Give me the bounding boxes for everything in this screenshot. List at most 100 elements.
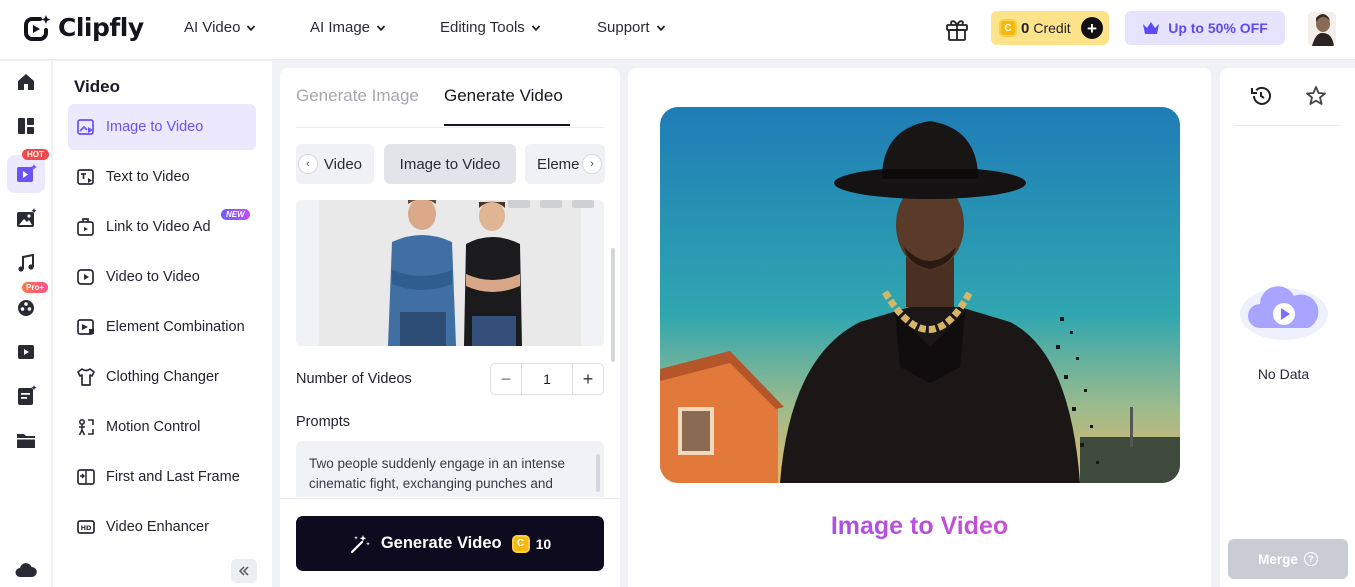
first-last-frame-icon: [77, 469, 95, 485]
no-data-text: No Data: [1257, 366, 1310, 382]
example-video-preview[interactable]: [660, 107, 1180, 483]
new-badge: NEW: [221, 209, 250, 220]
menu-item-text-to-video[interactable]: Text to Video: [68, 154, 256, 200]
chevron-down-icon: [376, 24, 386, 31]
player-icon[interactable]: [14, 340, 38, 364]
promo-button[interactable]: Up to 50% OFF: [1125, 11, 1285, 45]
home-icon[interactable]: [14, 70, 38, 94]
text-to-video-icon: [77, 169, 94, 185]
dashboard-icon[interactable]: [14, 114, 38, 138]
nav-label: AI Video: [184, 19, 241, 36]
history-panel: No Data Merge ?: [1220, 68, 1355, 587]
prompt-input[interactable]: Two people suddenly engage in an intense…: [296, 441, 604, 497]
credit-balance[interactable]: C 0 Credit +: [991, 11, 1109, 45]
star-icon[interactable]: [1304, 84, 1328, 108]
uploaded-image-preview[interactable]: [296, 200, 604, 346]
film-reel-icon[interactable]: [14, 295, 38, 319]
icon-rail: HOT Pro+: [0, 61, 52, 587]
uploaded-image: [296, 200, 604, 346]
menu-item-image-to-video[interactable]: Image to Video: [68, 104, 256, 150]
nav-label: Support: [597, 19, 650, 36]
prompt-scrollbar[interactable]: [596, 454, 600, 492]
clipfly-logo[interactable]: Clipfly: [24, 13, 144, 42]
brand-name: Clipfly: [58, 13, 144, 42]
document-icon[interactable]: [14, 384, 38, 408]
collapse-sidebar-button[interactable]: [231, 559, 257, 583]
coin-icon: C: [511, 534, 530, 553]
element-combination-icon: [77, 319, 94, 335]
gift-icon[interactable]: [944, 16, 970, 42]
chevron-right-icon[interactable]: ›: [582, 154, 602, 174]
add-credit-icon[interactable]: +: [1081, 17, 1103, 39]
chevron-left-icon[interactable]: ‹: [298, 154, 318, 174]
top-bar: Clipfly AI Video AI Image Editing Tools …: [0, 0, 1355, 60]
menu-item-video-enhancer[interactable]: HD Video Enhancer: [68, 504, 256, 550]
nav-editing-tools[interactable]: Editing Tools: [440, 19, 541, 36]
nav-ai-image[interactable]: AI Image: [310, 19, 386, 36]
double-chevron-left-icon: [238, 566, 249, 576]
generate-cost: C 10: [511, 534, 552, 553]
menu-item-clothing-changer[interactable]: Clothing Changer: [68, 354, 256, 400]
menu-item-video-to-video[interactable]: Video to Video: [68, 254, 256, 300]
menu-item-label: Video to Video: [106, 269, 200, 285]
nav-ai-video[interactable]: AI Video: [184, 19, 256, 36]
generate-video-button[interactable]: Generate Video C 10: [296, 516, 604, 571]
image-tools-icon[interactable]: [14, 207, 38, 231]
nav-label: AI Image: [310, 19, 371, 36]
mode-chip-image-to-video[interactable]: Image to Video: [384, 144, 516, 184]
generator-panel: Generate Image Generate Video Video ‹ Im…: [280, 68, 620, 587]
mode-chip-label: Eleme: [537, 155, 580, 173]
tab-generate-image[interactable]: Generate Image: [296, 86, 419, 106]
menu-item-label: First and Last Frame: [106, 469, 240, 485]
increment-button[interactable]: +: [573, 364, 603, 394]
motion-control-icon: [78, 418, 94, 436]
mode-chip-label: Video: [323, 155, 362, 173]
clothing-changer-icon: [77, 368, 95, 386]
merge-label: Merge: [1258, 551, 1298, 567]
chevron-down-icon: [247, 24, 256, 31]
image-to-video-icon: [77, 119, 94, 135]
hero-image: [660, 107, 1180, 483]
link-to-video-icon: [77, 218, 94, 236]
number-of-videos-value[interactable]: 1: [521, 364, 573, 394]
menu-item-label: Video Enhancer: [106, 519, 209, 535]
credit-unit: Credit: [1033, 20, 1071, 36]
hot-badge: HOT: [22, 149, 49, 160]
menu-item-label: Image to Video: [106, 119, 204, 135]
decrement-button[interactable]: −: [491, 364, 521, 394]
generate-cost-value: 10: [535, 535, 552, 552]
active-tab-indicator: [444, 124, 570, 126]
promo-label: Up to 50% OFF: [1168, 20, 1268, 36]
panel-scrollbar[interactable]: [611, 248, 615, 362]
pro-badge: Pro+: [22, 282, 49, 293]
number-of-videos-label: Number of Videos: [296, 371, 412, 387]
menu-item-motion-control[interactable]: Motion Control: [68, 404, 256, 450]
history-icon[interactable]: [1249, 84, 1273, 108]
generate-video-label: Generate Video: [380, 534, 502, 552]
video-tools-icon[interactable]: [14, 162, 38, 186]
footer-divider: [280, 498, 620, 499]
nav-support[interactable]: Support: [597, 19, 666, 36]
menu-item-first-last-frame[interactable]: First and Last Frame: [68, 454, 256, 500]
user-avatar[interactable]: [1308, 12, 1336, 46]
menu-item-element-combination[interactable]: Element Combination: [68, 304, 256, 350]
main-title: Image to Video: [628, 512, 1211, 541]
music-icon[interactable]: [14, 252, 38, 276]
video-menu: Video Image to Video Text to Video Link …: [53, 61, 272, 587]
menu-item-label: Element Combination: [106, 319, 245, 335]
credit-count: 0: [1021, 19, 1030, 37]
mode-chip-label: Image to Video: [399, 155, 501, 173]
cloud-icon[interactable]: [14, 558, 38, 582]
prompts-label: Prompts: [296, 414, 350, 430]
menu-title: Video: [74, 77, 120, 96]
menu-item-label: Link to Video Ad: [106, 219, 211, 235]
folder-icon[interactable]: [14, 428, 38, 452]
number-of-videos-stepper[interactable]: − 1 +: [490, 363, 604, 395]
menu-item-label: Clothing Changer: [106, 369, 219, 385]
tab-generate-video[interactable]: Generate Video: [444, 86, 563, 106]
coin-icon: C: [999, 19, 1017, 37]
menu-item-label: Text to Video: [106, 169, 190, 185]
help-icon[interactable]: ?: [1303, 552, 1318, 566]
merge-button[interactable]: Merge ?: [1228, 539, 1348, 579]
menu-item-label: Motion Control: [106, 419, 201, 435]
